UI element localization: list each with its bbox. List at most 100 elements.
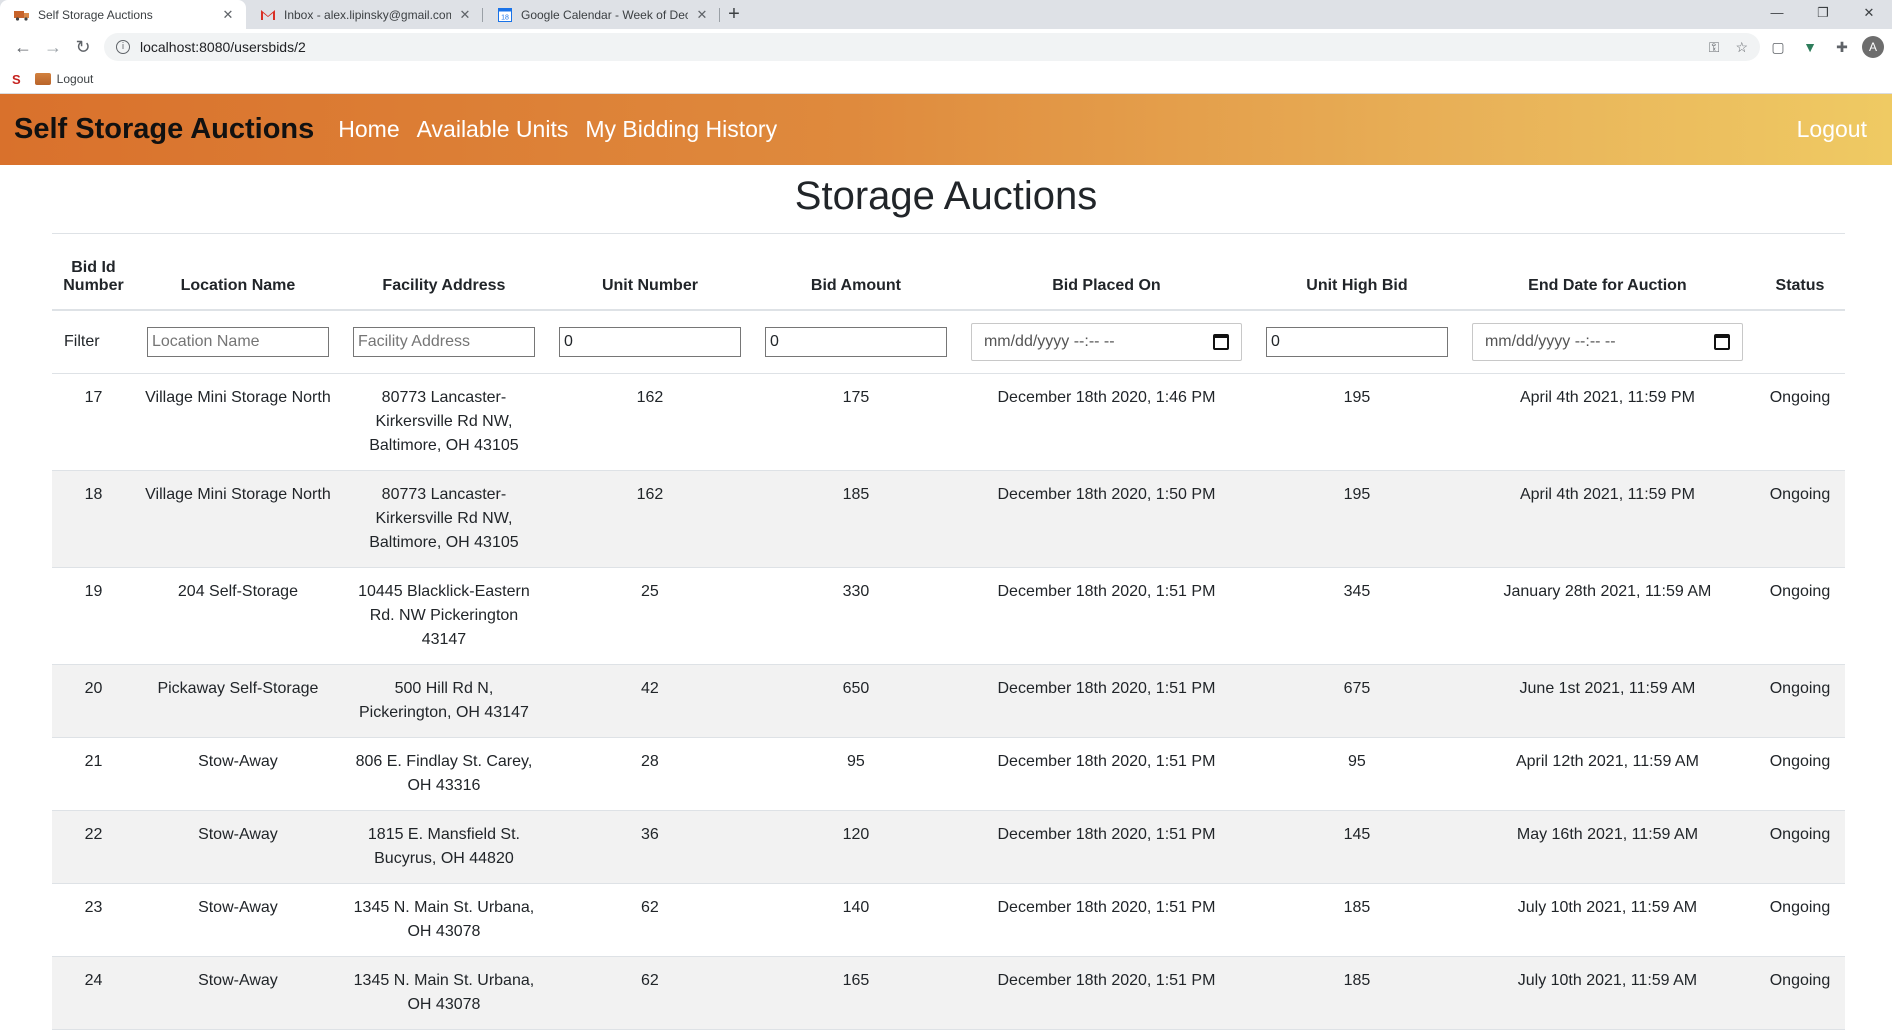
table-row: 24 Stow-Away 1345 N. Main St. Urbana, OH 4…	[52, 956, 1845, 1030]
reload-icon[interactable]: ↻	[68, 32, 98, 62]
header-bid-placed-on[interactable]: Bid Placed On	[958, 233, 1254, 311]
cell-status: Ongoing	[1754, 810, 1845, 884]
cell-facility-address: 80773 Lancaster-Kirkersville Rd NW, Balt…	[340, 373, 547, 471]
forward-icon[interactable]: →	[38, 32, 68, 62]
browser-tab-calendar[interactable]: 18 Google Calendar - Week of Dece ✕	[483, 0, 720, 29]
header-bid-id[interactable]: Bid Id Number	[52, 233, 135, 311]
cell-bid-placed-on: December 18th 2020, 1:46 PM	[958, 373, 1254, 471]
close-tab-icon[interactable]: ✕	[457, 7, 473, 23]
new-tab-button[interactable]: +	[720, 0, 748, 29]
table-row: 18 Village Mini Storage North 80773 Lancas…	[52, 470, 1845, 568]
cell-bid-id: 24	[52, 956, 135, 1030]
facility-address-filter-input[interactable]	[352, 326, 535, 357]
cell-status: Ongoing	[1754, 664, 1845, 738]
cell-status: Ongoing	[1754, 373, 1845, 471]
filter-cell	[134, 309, 341, 374]
cell-unit-high-bid: 345	[1253, 567, 1460, 665]
cell-location-name: Village Mini Storage North	[134, 470, 341, 568]
tab-title: Inbox - alex.lipinsky@gmail.com	[284, 7, 451, 22]
calendar-picker-icon[interactable]	[1212, 333, 1229, 350]
cell-unit-number: 42	[546, 664, 753, 738]
cell-location-name: Stow-Away	[134, 883, 341, 957]
location-name-filter-input[interactable]	[146, 326, 329, 357]
bookmark-logout[interactable]: Logout	[34, 72, 94, 86]
filter-cell: mm/dd/yyyy --:-- --	[1459, 309, 1755, 374]
cell-unit-number: 62	[546, 956, 753, 1030]
header-end-date[interactable]: End Date for Auction	[1459, 233, 1755, 311]
header-unit-high-bid[interactable]: Unit High Bid	[1253, 233, 1460, 311]
cell-bid-amount: 185	[752, 470, 959, 568]
cell-unit-number: 62	[546, 883, 753, 957]
tab-title: Google Calendar - Week of Dece	[521, 7, 688, 22]
header-location-name[interactable]: Location Name	[134, 233, 341, 311]
cell-status: Ongoing	[1754, 470, 1845, 568]
key-icon[interactable]: ⚿	[1709, 39, 1720, 56]
cell-bid-placed-on: December 18th 2020, 1:51 PM	[958, 664, 1254, 738]
cell-location-name: 204 Self-Storage	[134, 567, 341, 665]
table-row: 20 Pickaway Self-Storage 500 Hill Rd N, Pi…	[52, 664, 1845, 738]
unit-number-filter-input[interactable]	[558, 326, 741, 357]
cell-unit-number: 28	[546, 737, 753, 811]
cell-unit-high-bid: 185	[1253, 956, 1460, 1030]
table-row: 22 Stow-Away 1815 E. Mansfield St. Bucyrus…	[52, 810, 1845, 884]
bookmark-label: Logout	[56, 72, 94, 86]
bids-table-body: 17 Village Mini Storage North 80773 Lancas…	[52, 373, 1845, 1030]
nav-available-units[interactable]: Available Units	[417, 116, 569, 143]
address-bar[interactable]: i localhost:8080/usersbids/2 ⚿ ☆	[104, 33, 1760, 61]
url-text[interactable]: localhost:8080/usersbids/2	[140, 39, 1693, 55]
cell-bid-amount: 650	[752, 664, 959, 738]
cell-bid-id: 22	[52, 810, 135, 884]
restore-icon[interactable]: ❐	[1800, 0, 1846, 25]
cell-bid-amount: 120	[752, 810, 959, 884]
cell-facility-address: 500 Hill Rd N, Pickerington, OH 43147	[340, 664, 547, 738]
star-icon[interactable]: ☆	[1735, 39, 1748, 56]
filter-cell	[340, 309, 547, 374]
vue-devtools-icon[interactable]: ▼	[1796, 33, 1824, 61]
back-icon[interactable]: ←	[8, 32, 38, 62]
cell-unit-high-bid: 195	[1253, 373, 1460, 471]
filter-row: Filter mm/dd/yyyy --:-- -- mm/dd/yyyy --…	[52, 309, 1845, 374]
cell-bid-id: 17	[52, 373, 135, 471]
truck-icon	[34, 73, 51, 85]
cell-location-name: Stow-Away	[134, 810, 341, 884]
close-tab-icon[interactable]: ✕	[220, 7, 236, 23]
extension-icon[interactable]: ▢	[1764, 33, 1792, 61]
bid-amount-filter-input[interactable]	[764, 326, 947, 357]
cell-bid-placed-on: December 18th 2020, 1:51 PM	[958, 883, 1254, 957]
high-bid-filter-input[interactable]	[1265, 326, 1448, 357]
cell-end-date: April 4th 2021, 11:59 PM	[1459, 470, 1755, 568]
cell-status: Ongoing	[1754, 737, 1845, 811]
cell-facility-address: 1815 E. Mansfield St. Bucyrus, OH 44820	[340, 810, 547, 884]
cell-end-date: April 4th 2021, 11:59 PM	[1459, 373, 1755, 471]
cell-facility-address: 80773 Lancaster-Kirkersville Rd NW, Balt…	[340, 470, 547, 568]
page-title: Storage Auctions	[794, 174, 1098, 218]
cell-end-date: July 10th 2021, 11:59 AM	[1459, 956, 1755, 1030]
header-facility-address[interactable]: Facility Address	[340, 233, 547, 311]
header-status[interactable]: Status	[1754, 233, 1845, 311]
profile-avatar[interactable]: A	[1862, 36, 1884, 58]
browser-tab-self-storage[interactable]: Self Storage Auctions ✕	[0, 0, 246, 29]
bookmark-s-icon[interactable]: S	[12, 72, 21, 87]
nav-home[interactable]: Home	[338, 116, 399, 143]
cell-end-date: April 12th 2021, 11:59 AM	[1459, 737, 1755, 811]
header-bid-amount[interactable]: Bid Amount	[752, 233, 959, 311]
site-info-icon[interactable]: i	[116, 40, 130, 54]
header-unit-number[interactable]: Unit Number	[546, 233, 753, 311]
browser-tab-gmail[interactable]: Inbox - alex.lipinsky@gmail.com ✕	[246, 0, 483, 29]
bid-placed-date-filter[interactable]: mm/dd/yyyy --:-- --	[970, 322, 1242, 361]
calendar-picker-icon[interactable]	[1713, 333, 1730, 350]
logout-link[interactable]: Logout	[1797, 116, 1867, 143]
date-placeholder: mm/dd/yyyy --:-- --	[983, 332, 1115, 350]
brand-logo[interactable]: Self Storage Auctions	[14, 113, 314, 146]
cell-bid-amount: 175	[752, 373, 959, 471]
filter-cell	[752, 309, 959, 374]
puzzle-icon[interactable]: ✚	[1828, 33, 1856, 61]
cell-end-date: July 10th 2021, 11:59 AM	[1459, 883, 1755, 957]
minimize-icon[interactable]: —	[1754, 0, 1800, 25]
end-date-filter[interactable]: mm/dd/yyyy --:-- --	[1471, 322, 1743, 361]
close-window-icon[interactable]: ✕	[1846, 0, 1892, 25]
filter-cell: mm/dd/yyyy --:-- --	[958, 309, 1254, 374]
close-tab-icon[interactable]: ✕	[694, 7, 710, 23]
cell-facility-address: 10445 Blacklick-Eastern Rd. NW Pickering…	[340, 567, 547, 665]
nav-my-bidding-history[interactable]: My Bidding History	[585, 116, 777, 143]
